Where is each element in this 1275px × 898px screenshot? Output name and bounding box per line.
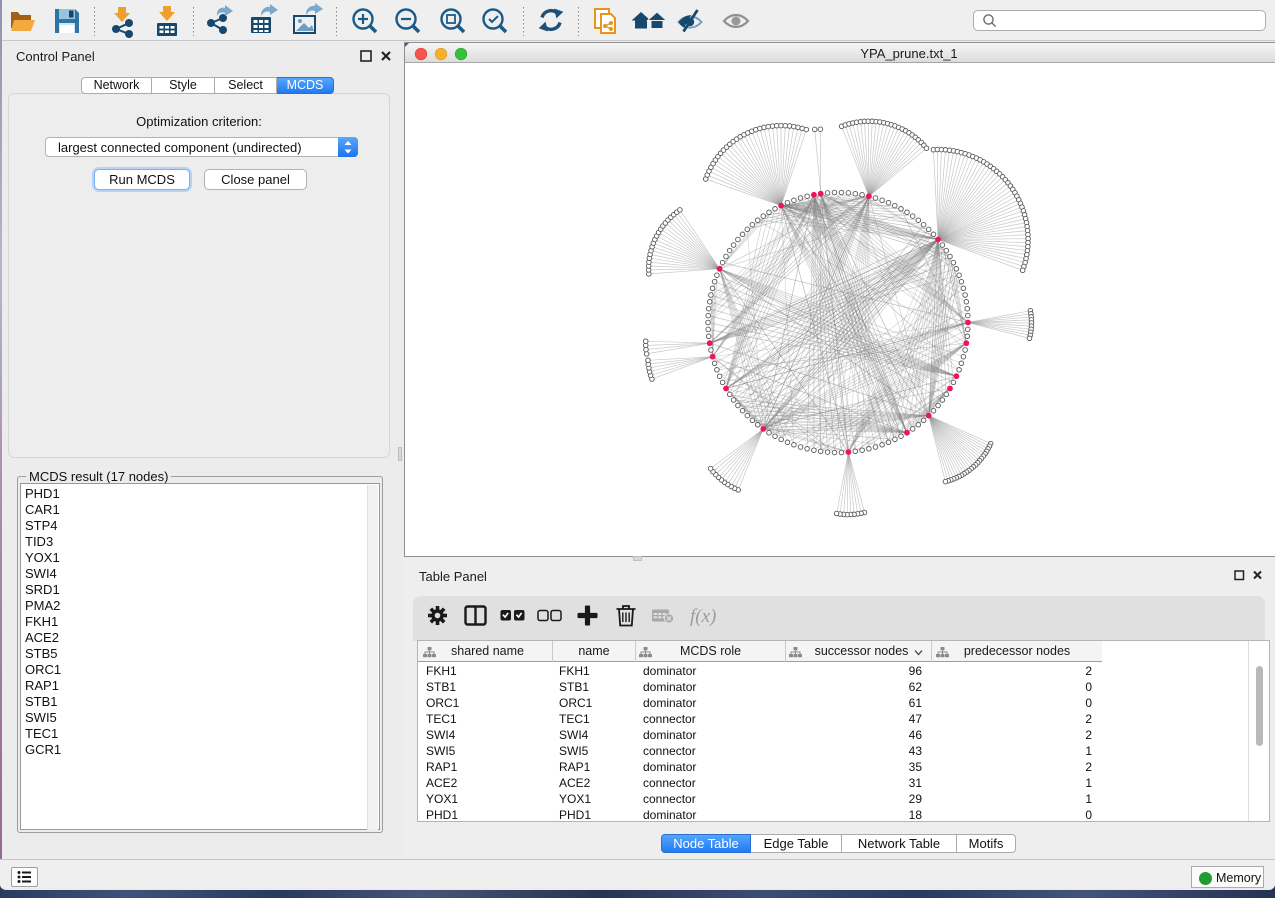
svg-text:f(x): f(x) (690, 606, 716, 627)
